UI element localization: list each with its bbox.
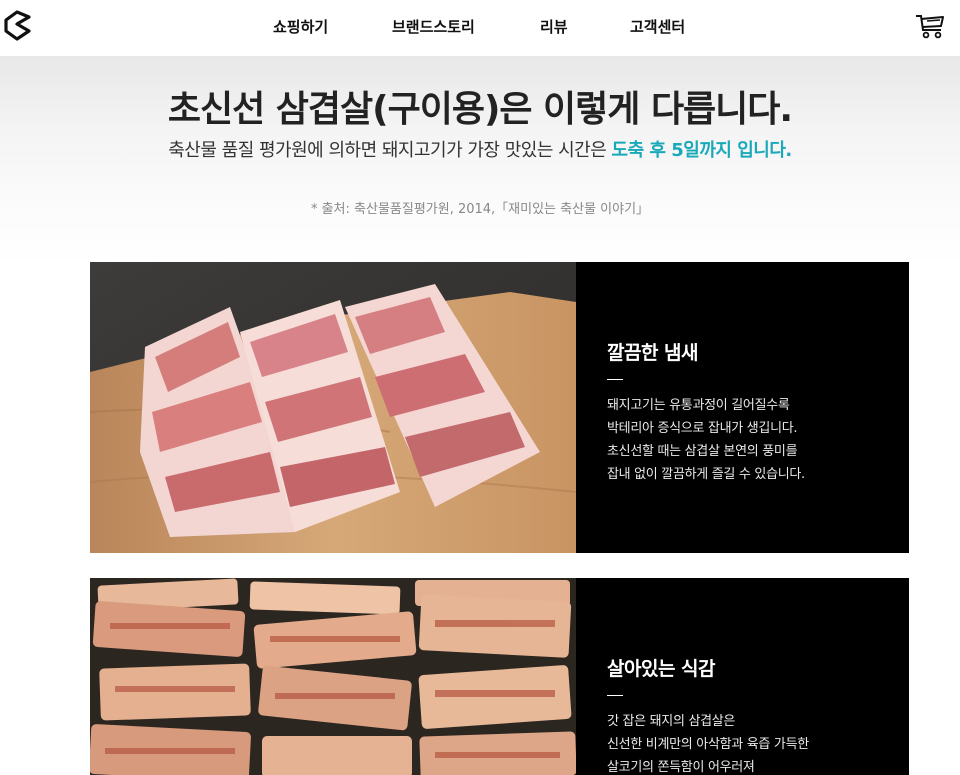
title-divider	[607, 379, 623, 380]
site-header: 쇼핑하기 브랜드스토리 리뷰 고객센터	[0, 0, 960, 56]
feature-text: 깔끔한 냄새 돼지고기는 유통과정이 길어질수록 박테리아 증식으로 잡내가 생…	[607, 338, 897, 486]
intro-subtitle: 축산물 품질 평가원에 의하면 돼지고기가 가장 맛있는 시간은 도축 후 5일…	[0, 136, 960, 162]
feature-line: 잡내 없이 깔끔하게 즐길 수 있습니다.	[607, 467, 805, 482]
feature-line: 신선한 비계만의 아삭함과 육즙 가득한	[607, 737, 809, 752]
feature-line: 돼지고기는 유통과정이 길어질수록	[607, 398, 790, 413]
feature-line: 박테리아 증식으로 잡내가 생깁니다.	[607, 421, 798, 436]
nav-shopping[interactable]: 쇼핑하기	[273, 16, 328, 37]
feature-title: 살아있는 식감	[607, 658, 716, 680]
feature-title: 깔끔한 냄새	[607, 342, 699, 364]
title-divider	[607, 695, 623, 696]
intro-subtitle-text: 축산물 품질 평가원에 의하면 돼지고기가 가장 맛있는 시간은	[168, 140, 612, 161]
feature-line: 초신선할 때는 삼겹살 본연의 풍미를	[607, 444, 798, 459]
feature-text: 살아있는 식감 갓 잡은 돼지의 삼겹살은 신선한 비계만의 아삭함과 육즙 가…	[607, 654, 897, 775]
nav-customer-center[interactable]: 고객센터	[630, 16, 685, 37]
source-note: * 출처: 축산물품질평가원, 2014,「재미있는 축산물 이야기」	[310, 202, 650, 217]
feature-card-smell: 깔끔한 냄새 돼지고기는 유통과정이 길어질수록 박테리아 증식으로 잡내가 생…	[90, 262, 909, 553]
main-nav: 쇼핑하기 브랜드스토리 리뷰 고객센터	[0, 16, 960, 38]
feature-line: 갓 잡은 돼지의 삼겹살은	[607, 714, 736, 729]
intro-section: 초신선 삼겹살(구이용)은 이렇게 다릅니다. 축산물 품질 평가원에 의하면 …	[0, 56, 960, 266]
nav-review[interactable]: 리뷰	[540, 16, 568, 37]
cart-icon[interactable]	[914, 12, 948, 40]
nav-brand-story[interactable]: 브랜드스토리	[392, 16, 475, 37]
feature-line: 살코기의 쫀득함이 어우러져	[607, 760, 755, 775]
feature-card-texture: 살아있는 식감 갓 잡은 돼지의 삼겹살은 신선한 비계만의 아삭함과 육즙 가…	[90, 578, 909, 775]
intro-title: 초신선 삼겹살(구이용)은 이렇게 다릅니다.	[167, 89, 793, 130]
intro-subtitle-highlight: 도축 후 5일까지 입니다.	[611, 140, 793, 161]
grilled-pork-belly-image	[90, 578, 576, 775]
raw-pork-belly-image	[90, 262, 576, 553]
